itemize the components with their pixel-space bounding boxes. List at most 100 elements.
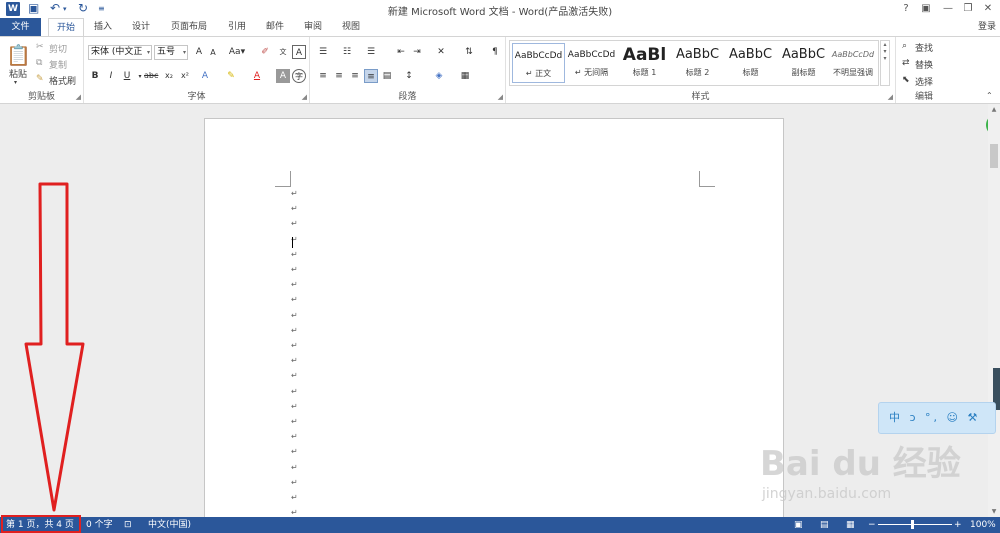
- collapse-ribbon-icon[interactable]: ⌃: [986, 91, 993, 100]
- baidu-watermark: Bai du 经验: [760, 444, 961, 484]
- clipboard-launcher-icon[interactable]: ◢: [76, 93, 81, 101]
- phonetic-guide-icon[interactable]: 文: [276, 45, 290, 59]
- zoom-out-icon[interactable]: −: [868, 517, 876, 533]
- select-button[interactable]: 选择: [915, 75, 933, 88]
- grow-font-icon[interactable]: A: [192, 45, 206, 59]
- find-icon: ⌕: [902, 41, 908, 51]
- paragraph-mark: ↵: [291, 477, 298, 487]
- style-heading-1[interactable]: AaBl 标题 1: [618, 43, 671, 83]
- show-marks-icon[interactable]: ¶: [488, 45, 502, 59]
- copy-button[interactable]: 复制: [49, 58, 67, 71]
- style-title[interactable]: AaBbC 标题: [724, 43, 777, 83]
- style-heading-2[interactable]: AaBbC 标题 2: [671, 43, 724, 83]
- text-effects-icon[interactable]: A: [198, 69, 212, 83]
- font-size-combo[interactable]: 五号 ▾: [154, 45, 188, 60]
- tab-mailings[interactable]: 邮件: [260, 18, 290, 36]
- tab-references[interactable]: 引用: [222, 18, 252, 36]
- maximize-button[interactable]: ❐: [958, 1, 978, 17]
- distributed-icon[interactable]: ▤: [380, 69, 394, 83]
- paragraph-mark: ↵: [291, 341, 298, 350]
- font-name-combo[interactable]: 宋体 (中文正 ▾: [88, 45, 152, 60]
- char-border-icon[interactable]: A: [292, 45, 306, 59]
- align-left-icon[interactable]: ≡: [316, 69, 330, 83]
- superscript-icon[interactable]: x²: [178, 69, 192, 83]
- document-area: ↵↵↵↵↵↵↵↵↵↵↵↵↵↵↵↵↵↵↵↵↵↵ 63 ▲ ▼ 中 ↄ °, ☺ ⚒…: [0, 104, 1000, 517]
- select-icon: ⬉: [902, 75, 910, 85]
- styles-group-label: 样式: [691, 92, 710, 102]
- document-page[interactable]: ↵ ↵ ↵ ↵ ↵ ↵ ↵ ↵ ↵ ↵ ↵ ↵ ↵ ↵ ↵ ↵ ↵ ↵ ↵ ↵ ↵ ↵: [204, 118, 784, 517]
- tab-layout[interactable]: 页面布局: [166, 18, 212, 36]
- tab-home[interactable]: 开始: [48, 18, 84, 36]
- proofing-icon[interactable]: ⊡: [124, 517, 132, 533]
- tab-design[interactable]: 设计: [126, 18, 156, 36]
- ribbon-display-button[interactable]: ▣: [916, 1, 936, 17]
- char-shading-icon[interactable]: A: [276, 69, 290, 83]
- increase-indent-icon[interactable]: ⇥: [410, 45, 424, 59]
- zoom-in-icon[interactable]: +: [954, 517, 962, 533]
- align-center-icon[interactable]: ≡: [332, 69, 346, 83]
- numbering-icon[interactable]: ☷: [340, 45, 354, 59]
- bold-icon[interactable]: B: [88, 69, 102, 83]
- bullets-icon[interactable]: ☰: [316, 45, 330, 59]
- align-right-icon[interactable]: ≡: [348, 69, 362, 83]
- print-layout-icon[interactable]: ▤: [820, 517, 829, 533]
- scroll-up-icon[interactable]: ▲: [989, 106, 999, 113]
- chinese-layout-icon[interactable]: ✕: [434, 45, 448, 59]
- enclose-char-icon[interactable]: 字: [292, 69, 306, 83]
- zoom-level[interactable]: 100%: [970, 517, 996, 533]
- replace-button[interactable]: 替换: [915, 58, 933, 71]
- font-launcher-icon[interactable]: ◢: [302, 93, 307, 101]
- style-subtitle[interactable]: AaBbC 副标题: [777, 43, 830, 83]
- scroll-thumb[interactable]: [990, 144, 998, 168]
- close-button[interactable]: ✕: [978, 1, 998, 17]
- language-indicator[interactable]: 中文(中国): [148, 517, 191, 533]
- tab-file[interactable]: 文件: [0, 18, 41, 36]
- vertical-scrollbar[interactable]: ▲ ▼: [988, 104, 1000, 517]
- find-button[interactable]: 查找: [915, 41, 933, 54]
- help-button[interactable]: ?: [896, 1, 916, 17]
- paragraph-launcher-icon[interactable]: ◢: [498, 93, 503, 101]
- paste-icon[interactable]: 📋: [6, 43, 31, 67]
- word-count[interactable]: 0 个字: [86, 517, 113, 533]
- sort-icon[interactable]: ⇅: [462, 45, 476, 59]
- font-color-icon[interactable]: A: [250, 69, 264, 83]
- paragraph-mark: ↵: [291, 432, 298, 442]
- styles-scroll[interactable]: ▴ ▾ ▾: [880, 40, 890, 86]
- editing-group-label: 编辑: [914, 92, 933, 102]
- subscript-icon[interactable]: x₂: [162, 69, 176, 83]
- zoom-slider-thumb[interactable]: [911, 520, 914, 529]
- zoom-slider[interactable]: [878, 524, 952, 525]
- multilevel-list-icon[interactable]: ☰: [364, 45, 378, 59]
- paste-button[interactable]: 粘贴: [9, 67, 27, 80]
- style-subtle-emphasis[interactable]: AaBbCcDd 不明显强调: [828, 43, 878, 83]
- shading-icon[interactable]: ◈: [432, 69, 446, 83]
- read-mode-icon[interactable]: ▣: [794, 517, 803, 533]
- decrease-indent-icon[interactable]: ⇤: [394, 45, 408, 59]
- style-no-spacing[interactable]: AaBbCcDd ↵ 无间隔: [565, 43, 618, 83]
- justify-icon[interactable]: ≡: [364, 69, 378, 83]
- change-case-icon[interactable]: Aa▾: [226, 45, 248, 59]
- login-link[interactable]: 登录: [978, 18, 996, 36]
- minimize-button[interactable]: —: [938, 1, 958, 17]
- tab-view[interactable]: 视图: [336, 18, 366, 36]
- tab-review[interactable]: 审阅: [298, 18, 328, 36]
- borders-icon[interactable]: ▦: [458, 69, 472, 83]
- ime-toolbar[interactable]: 中 ↄ °, ☺ ⚒: [878, 402, 996, 434]
- strikethrough-icon[interactable]: abc: [144, 69, 158, 83]
- cut-button[interactable]: 剪切: [49, 42, 67, 55]
- format-painter-button[interactable]: 格式刷: [49, 74, 76, 87]
- shrink-font-icon[interactable]: A: [206, 46, 220, 60]
- scroll-down-icon[interactable]: ▼: [989, 508, 999, 515]
- paste-dropdown-icon[interactable]: ▾: [14, 79, 17, 86]
- line-spacing-icon[interactable]: ↕: [402, 69, 416, 83]
- underline-icon[interactable]: U: [120, 69, 134, 83]
- style-sample: AaBbCcDd: [567, 50, 616, 60]
- web-layout-icon[interactable]: ▦: [846, 517, 855, 533]
- clear-format-icon[interactable]: ✐: [258, 45, 272, 59]
- style-normal[interactable]: AaBbCcDd ↵ 正文: [512, 43, 565, 83]
- styles-launcher-icon[interactable]: ◢: [888, 93, 893, 101]
- highlight-icon[interactable]: ✎: [224, 69, 238, 83]
- paragraph-mark: ↵: [291, 295, 298, 305]
- tab-insert[interactable]: 插入: [88, 18, 118, 36]
- italic-icon[interactable]: I: [104, 69, 118, 83]
